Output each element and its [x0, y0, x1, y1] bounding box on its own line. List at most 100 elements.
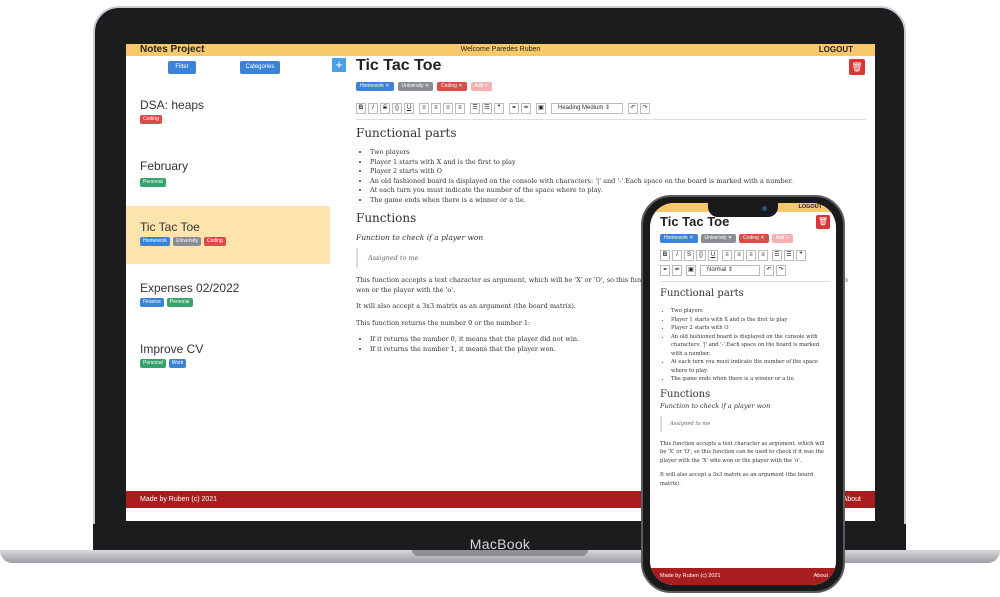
unlink-button[interactable]: ⚮: [521, 102, 531, 114]
logout-button[interactable]: LOGOUT: [819, 44, 853, 56]
phone-dynamic-island: [708, 203, 778, 217]
delete-note-button[interactable]: 🗑: [849, 59, 865, 75]
phone-document-body[interactable]: Functional parts Two players Player 1 st…: [660, 288, 830, 494]
phone-toolbar-row2: ⚭ ⚮ ▣ Normal ⇕ ↶ ↷: [660, 265, 786, 276]
tag-label: Add: [474, 83, 484, 89]
note-item[interactable]: Improve CV Personal Work: [126, 342, 330, 400]
phone-toolbar-row1: B I S {} U ≡ ≡ ≡ ≡ ☰ ☰ ❞: [660, 250, 806, 261]
doc-paragraph: This function accepts a text character a…: [660, 440, 825, 464]
heading-select-value: Normal: [707, 267, 727, 273]
phone-delete-button[interactable]: 🗑: [816, 215, 830, 229]
list-item: At each turn you must indicate the numbe…: [671, 358, 830, 375]
align-right-button[interactable]: ≡: [443, 102, 453, 114]
tag: Personal: [140, 359, 166, 368]
numbered-list-button[interactable]: ☰: [784, 250, 794, 261]
phone-logout-button[interactable]: LOGOUT: [798, 203, 822, 212]
tag-university[interactable]: University ✕: [700, 234, 737, 243]
align-left-button[interactable]: ≡: [722, 250, 732, 261]
doc-heading: Functional parts: [356, 126, 457, 140]
align-center-button[interactable]: ≡: [734, 250, 744, 261]
note-item[interactable]: Expenses 02/2022 Finance Personal: [126, 281, 330, 339]
bold-button[interactable]: B: [356, 102, 366, 114]
filter-button[interactable]: Filter: [168, 61, 196, 74]
app-header: Notes Project Welcome Paredes Ruben LOGO…: [126, 44, 875, 56]
tag-coding[interactable]: Coding ✕: [437, 82, 467, 91]
italic-button[interactable]: I: [368, 102, 378, 114]
tag: Coding: [140, 115, 162, 124]
phone-footer: Made by Ruben (c) 2021 About: [650, 568, 836, 585]
align-justify-button[interactable]: ≡: [758, 250, 768, 261]
undo-button[interactable]: ↶: [764, 265, 774, 276]
list-item: Two players: [671, 307, 830, 316]
tag: Finance: [140, 298, 164, 307]
add-tag-button[interactable]: Add +: [470, 82, 492, 91]
italic-button[interactable]: I: [672, 250, 682, 261]
note-title: DSA: heaps: [140, 98, 205, 112]
link-button[interactable]: ⚭: [509, 102, 519, 114]
code-button[interactable]: {}: [696, 250, 706, 261]
align-left-button[interactable]: ≡: [419, 102, 429, 114]
doc-subtitle: Function to check if a player won: [660, 401, 771, 410]
tag-coding[interactable]: Coding ✕: [739, 234, 769, 243]
categories-button[interactable]: Categories: [240, 61, 280, 74]
note-title-input[interactable]: Tic Tac Toe: [356, 57, 441, 75]
remove-tag-icon[interactable]: ✕: [458, 83, 462, 89]
numbered-list-button[interactable]: ☰: [482, 102, 492, 114]
quote-button[interactable]: ❞: [494, 102, 504, 114]
list-item: An old fashioned board is displayed on t…: [370, 177, 856, 187]
unlink-button[interactable]: ⚮: [672, 265, 682, 276]
note-title: Expenses 02/2022: [140, 281, 240, 295]
note-title: February: [140, 159, 189, 173]
welcome-text: Welcome Paredes Ruben: [460, 46, 541, 53]
stage: MacBook Notes Project Welcome Paredes Ru…: [0, 0, 1000, 597]
quote-button[interactable]: ❞: [796, 250, 806, 261]
phone-screen: LOGOUT Tic Tac Toe 🗑 Homework ✕ Universi…: [650, 203, 836, 585]
note-item[interactable]: DSA: heaps Coding: [126, 98, 330, 156]
camera-icon: [762, 206, 767, 211]
tag-label: University: [401, 83, 424, 89]
chevron-updown-icon: ⇕: [605, 104, 611, 111]
plus-icon: +: [484, 83, 488, 89]
bullet-list-button[interactable]: ☰: [772, 250, 782, 261]
underline-button[interactable]: U: [708, 250, 718, 261]
doc-blockquote: Assigned to me: [660, 415, 830, 432]
add-note-button[interactable]: +: [332, 58, 346, 72]
align-center-button[interactable]: ≡: [431, 102, 441, 114]
tag-label: Add: [775, 235, 785, 241]
code-button[interactable]: {}: [392, 102, 402, 114]
tag: University: [172, 237, 201, 246]
footer-credit: Made by Ruben (c) 2021: [660, 573, 721, 579]
remove-tag-icon[interactable]: ✕: [425, 83, 429, 89]
heading-select[interactable]: Heading Medium ⇕: [551, 102, 623, 114]
bold-button[interactable]: B: [660, 250, 670, 261]
underline-button[interactable]: U: [404, 102, 414, 114]
tag: Coding: [203, 237, 226, 246]
tag: Personal: [140, 178, 166, 187]
add-tag-button[interactable]: Add +: [771, 234, 793, 243]
align-right-button[interactable]: ≡: [746, 250, 756, 261]
trash-icon: 🗑: [817, 217, 829, 226]
remove-tag-icon[interactable]: ✕: [385, 83, 389, 89]
image-button[interactable]: ▣: [536, 102, 546, 114]
strike-button[interactable]: S: [684, 250, 694, 261]
laptop-notch: [412, 550, 588, 556]
heading-select[interactable]: Normal ⇕: [700, 265, 760, 276]
redo-button[interactable]: ↷: [776, 265, 786, 276]
tag-homework[interactable]: Homework ✕: [660, 234, 698, 243]
bullet-list-button[interactable]: ☰: [470, 102, 480, 114]
about-link[interactable]: About: [843, 491, 861, 508]
strike-button[interactable]: S: [380, 102, 390, 114]
link-button[interactable]: ⚭: [660, 265, 670, 276]
note-item-selected[interactable]: Tic Tac Toe Homework University Coding: [126, 206, 330, 264]
trash-icon: 🗑: [851, 62, 863, 72]
undo-button[interactable]: ↶: [628, 102, 638, 114]
image-button[interactable]: ▣: [686, 265, 696, 276]
redo-button[interactable]: ↷: [640, 102, 650, 114]
tag-homework[interactable]: Homework ✕: [356, 82, 394, 91]
align-justify-button[interactable]: ≡: [455, 102, 465, 114]
doc-heading: Functional parts: [660, 288, 744, 299]
formatting-toolbar: B I S {} U ≡ ≡ ≡ ≡ ☰ ☰ ❞ ⚭ ⚮ ▣ Heading M…: [356, 101, 650, 115]
list-item: An old fashioned board is displayed on t…: [671, 333, 830, 359]
about-link[interactable]: About: [814, 568, 828, 585]
tag-university[interactable]: University ✕: [397, 82, 434, 91]
